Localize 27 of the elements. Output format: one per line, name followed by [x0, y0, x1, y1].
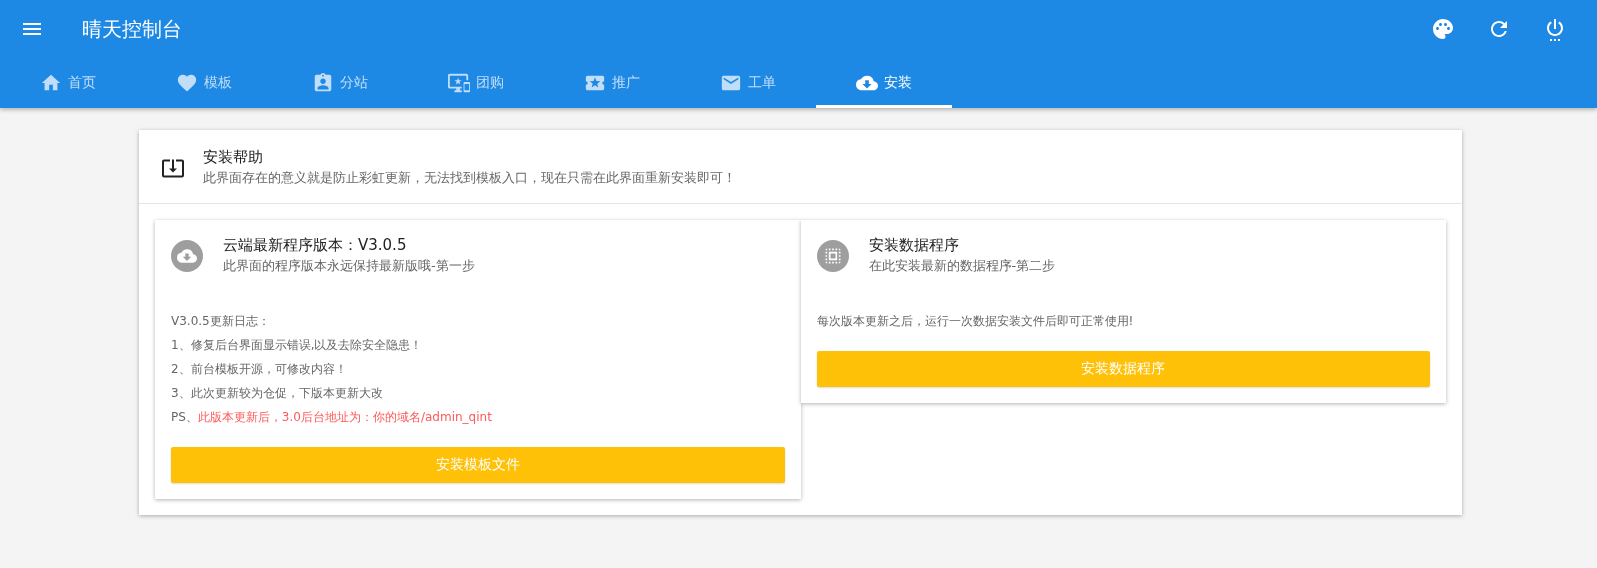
- help-title: 安装帮助: [203, 148, 264, 167]
- nav-tab[interactable]: 工单: [680, 58, 816, 108]
- card-subtitle: 在此安装最新的数据程序-第二步: [868, 257, 1056, 275]
- install-button[interactable]: 安装数据程序: [816, 351, 1430, 387]
- log-line: PS、此版本更新后，3.0后台地址为：你的域名/admin_qint: [171, 409, 493, 425]
- nav-tab[interactable]: 安装: [816, 58, 952, 108]
- nav-tab[interactable]: 团购: [408, 58, 544, 108]
- log-line: 2、前台模板开源，可修改内容！: [171, 361, 348, 377]
- help-subtitle: 此界面存在的意义就是防止彩虹更新，无法找到模板入口，现在只需在此界面重新安装即可！: [203, 169, 736, 187]
- log-line: V3.0.5更新日志：: [171, 313, 271, 329]
- cloud-download-icon: [171, 239, 203, 272]
- card-subtitle: 此界面的程序版本永远保持最新版哦-第一步: [223, 257, 475, 275]
- install-button[interactable]: 安装模板文件: [171, 447, 785, 483]
- app-title: 晴天控制台: [82, 15, 183, 43]
- card-title: 云端最新程序版本：V3.0.5: [223, 236, 408, 255]
- nav-tab[interactable]: 推广: [544, 58, 680, 108]
- log-line: 3、此次更新较为仓促，下版本更新大改: [171, 385, 384, 401]
- nav-tab[interactable]: 首页: [0, 58, 136, 108]
- nav-tab[interactable]: 分站: [272, 58, 408, 108]
- nav-tab[interactable]: 模板: [136, 58, 272, 108]
- heart-icon: [176, 72, 198, 94]
- devices-icon: [448, 72, 470, 94]
- card-title: 安装数据程序: [868, 236, 960, 255]
- log-line: 1、修复后台界面显示错误,以及去除安全隐患！: [171, 337, 424, 353]
- contact-card-icon: [312, 72, 334, 94]
- log-line: 每次版本更新之后，运行一次数据安装文件后即可正常使用!: [816, 313, 1135, 329]
- palette-icon[interactable]: [1431, 17, 1455, 41]
